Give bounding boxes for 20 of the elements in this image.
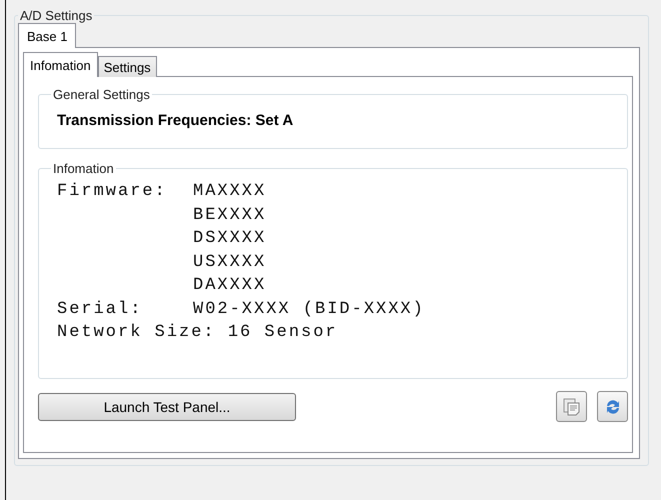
group-title: General Settings: [52, 87, 151, 102]
tab[interactable]: Settings: [98, 56, 157, 77]
tab[interactable]: Base 1: [18, 23, 76, 48]
tab[interactable]: Infomation: [23, 52, 98, 77]
info-value: DAXXXX: [193, 275, 268, 297]
info-value: W02-XXXX (BID-XXXX): [193, 298, 425, 320]
refresh-button[interactable]: [597, 391, 628, 422]
info-text: Network Size: 16 Sensor: [57, 322, 339, 344]
info-value: USXXXX: [193, 252, 268, 274]
info-label: Serial:: [57, 298, 144, 320]
copy-button[interactable]: [556, 391, 587, 422]
info-value: BEXXXX: [193, 204, 268, 226]
copy-icon: [562, 396, 582, 416]
info-value: DSXXXX: [193, 228, 268, 250]
info-value: MAXXXX: [193, 181, 268, 203]
launch-test-panel-button[interactable]: Launch Test Panel...: [38, 392, 296, 420]
frequency-label: Transmission Frequencies: Set A: [56, 112, 294, 129]
info-label: Firmware:: [57, 181, 168, 203]
group-title: Infomation: [52, 161, 115, 176]
group-title: A/D Settings: [19, 8, 94, 23]
